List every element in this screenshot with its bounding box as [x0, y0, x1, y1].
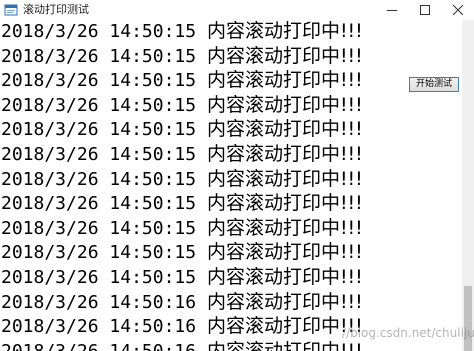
log-timestamp: 2018/3/26 14:50:15: [1, 144, 196, 165]
log-timestamp: 2018/3/26 14:50:15: [1, 267, 196, 288]
log-date: 2018/3/26: [1, 45, 99, 67]
minimize-icon: [386, 10, 397, 11]
log-time: 14:50:16: [109, 341, 196, 351]
log-message: 内容滚动打印中!!!: [206, 44, 363, 67]
log-date: 2018/3/26: [1, 119, 99, 141]
log-time: 14:50:15: [109, 193, 197, 215]
log-message: 内容滚动打印中!!!: [206, 143, 363, 165]
watermark: //blog.csdn.net/chulijun3107: [342, 326, 474, 340]
log-date: 2018/3/26: [1, 217, 99, 239]
log-time: 14:50:15: [109, 242, 197, 264]
log-timestamp: 2018/3/26 14:50:15: [1, 70, 196, 91]
log-line: 2018/3/26 14:50:15 内容滚动打印中!!!: [1, 117, 363, 141]
log-date: 2018/3/26: [1, 242, 99, 264]
log-date: 2018/3/26: [1, 70, 99, 92]
log-time: 14:50:16: [109, 316, 197, 338]
log-message: 内容滚动打印中!!!: [206, 167, 363, 190]
log-time: 14:50:15: [109, 217, 197, 239]
log-message: 内容滚动打印中!!!: [206, 339, 363, 351]
start-test-button[interactable]: 开始测试: [409, 77, 459, 92]
log-date: 2018/3/26: [1, 144, 99, 165]
log-date: 2018/3/26: [1, 316, 99, 338]
log-timestamp: 2018/3/26 14:50:15: [1, 46, 196, 67]
log-message: 内容滚动打印中!!!: [206, 315, 363, 338]
log-timestamp: 2018/3/26 14:50:15: [1, 21, 196, 42]
form-window-icon: [4, 3, 18, 17]
log-message: 内容滚动打印中!!!: [206, 118, 363, 141]
log-message: 内容滚动打印中!!!: [206, 69, 363, 92]
log-message: 内容滚动打印中!!!: [206, 241, 363, 264]
log-time: 14:50:15: [109, 70, 197, 92]
close-button[interactable]: [441, 0, 474, 20]
log-timestamp: 2018/3/26 14:50:16: [1, 292, 196, 313]
log-time: 14:50:15: [109, 267, 197, 288]
log-time: 14:50:15: [109, 144, 197, 165]
maximize-icon: [419, 5, 430, 15]
title-bar[interactable]: 滚动打印测试: [0, 0, 474, 20]
log-timestamp: 2018/3/26 14:50:15: [1, 193, 196, 214]
log-timestamp: 2018/3/26 14:50:15: [1, 242, 196, 263]
log-time: 14:50:15: [109, 21, 197, 42]
log-message: 内容滚动打印中!!!: [206, 290, 363, 313]
window-controls: [375, 0, 474, 20]
log-timestamp: 2018/3/26 14:50:15: [1, 218, 196, 239]
log-timestamp: 2018/3/26 14:50:15: [1, 119, 196, 140]
log-message: 内容滚动打印中!!!: [206, 93, 363, 116]
log-message: 内容滚动打印中!!!: [206, 216, 363, 239]
log-time: 14:50:15: [109, 94, 197, 116]
log-message: 内容滚动打印中!!!: [206, 266, 363, 288]
log-line: 2018/3/26 14:50:15 内容滚动打印中!!!: [1, 240, 363, 264]
log-timestamp: 2018/3/26 14:50:15: [1, 169, 196, 190]
log-time: 14:50:15: [109, 168, 197, 190]
log-date: 2018/3/26: [1, 168, 99, 190]
log-date: 2018/3/26: [1, 341, 99, 351]
vertical-scrollbar[interactable]: [462, 20, 474, 351]
main-window: 滚动打印测试 2018/3/26 14:50:15 内容滚动打印中!!! 2018…: [0, 0, 474, 351]
log-time: 14:50:16: [109, 291, 197, 313]
log-line: 2018/3/26 14:50:15 内容滚动打印中!!!: [1, 44, 363, 68]
log-timestamp: 2018/3/26 14:50:16: [1, 316, 196, 337]
log-line: 2018/3/26 14:50:15 内容滚动打印中!!!: [1, 93, 363, 117]
log-message: 内容滚动打印中!!!: [206, 192, 363, 215]
log-line: 2018/3/26 14:50:15 内容滚动打印中!!!: [1, 216, 363, 240]
maximize-button[interactable]: [408, 0, 441, 20]
log-line: 2018/3/26 14:50:16 内容滚动打印中!!!: [1, 314, 363, 338]
log-line: 2018/3/26 14:50:15 内容滚动打印中!!!: [1, 167, 363, 191]
log-date: 2018/3/26: [1, 21, 99, 42]
close-icon: [452, 5, 463, 15]
log-date: 2018/3/26: [1, 267, 99, 288]
log-line: 2018/3/26 14:50:16 内容滚动打印中!!!: [1, 290, 363, 314]
log-date: 2018/3/26: [1, 94, 99, 116]
scrollbar-thumb[interactable]: [464, 286, 472, 351]
window-title: 滚动打印测试: [23, 3, 89, 16]
log-line: 2018/3/26 14:50:16 内容滚动打印中!!!: [1, 339, 363, 351]
log-time: 14:50:15: [109, 119, 197, 141]
log-timestamp: 2018/3/26 14:50:16: [1, 341, 196, 351]
log-timestamp: 2018/3/26 14:50:15: [1, 95, 196, 116]
minimize-button[interactable]: [375, 0, 408, 20]
log-time: 14:50:15: [109, 45, 197, 67]
log-line: 2018/3/26 14:50:15 内容滚动打印中!!!: [1, 265, 363, 289]
log-line: 2018/3/26 14:50:15 内容滚动打印中!!!: [1, 68, 363, 92]
log-output-area[interactable]: 2018/3/26 14:50:15 内容滚动打印中!!! 2018/3/26 1…: [0, 20, 462, 351]
log-line: 2018/3/26 14:50:15 内容滚动打印中!!!: [1, 191, 363, 215]
log-date: 2018/3/26: [1, 291, 99, 313]
log-line: 2018/3/26 14:50:15 内容滚动打印中!!!: [1, 20, 363, 43]
log-line: 2018/3/26 14:50:15 内容滚动打印中!!!: [1, 142, 363, 166]
log-message: 内容滚动打印中!!!: [206, 20, 363, 42]
log-date: 2018/3/26: [1, 193, 99, 215]
